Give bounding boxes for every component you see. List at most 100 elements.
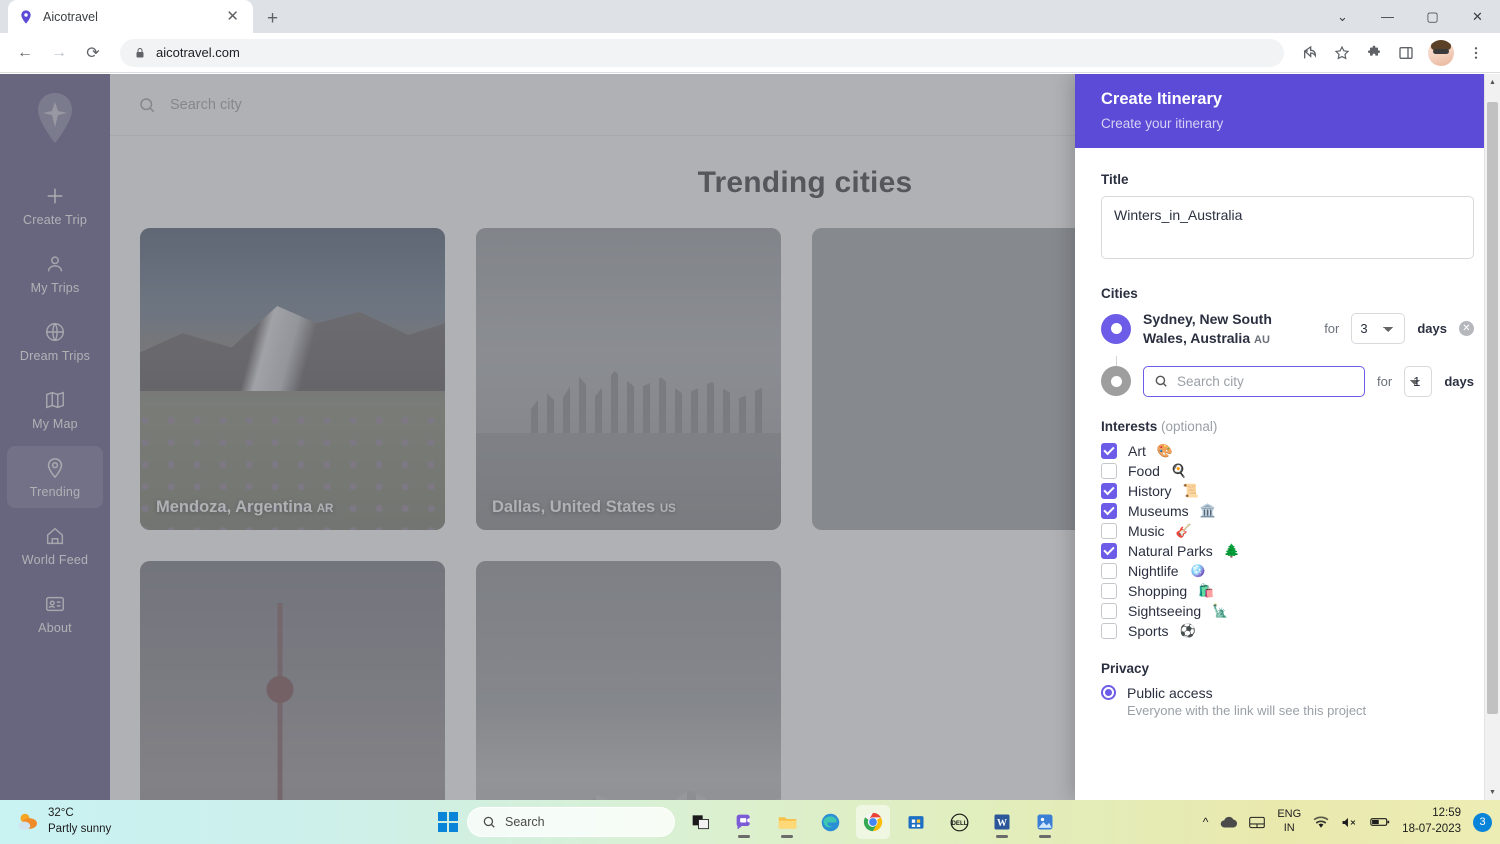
city-card[interactable] bbox=[812, 228, 1117, 530]
chrome-menu-icon[interactable] bbox=[1462, 39, 1490, 67]
city-search-input[interactable] bbox=[1177, 373, 1354, 389]
panel-scrollbar[interactable]: ▲ ▼ bbox=[1484, 74, 1500, 800]
volume-muted-icon[interactable] bbox=[1341, 816, 1358, 829]
weather-widget[interactable]: 32°C Partly sunny bbox=[8, 806, 119, 837]
interest-nightlife[interactable]: Nightlife 🪩 bbox=[1101, 562, 1474, 579]
days-select[interactable]: 1 bbox=[1404, 365, 1433, 397]
sidebar-item-world-feed[interactable]: World Feed bbox=[7, 514, 103, 576]
checkbox[interactable] bbox=[1101, 562, 1117, 579]
word-icon[interactable]: W bbox=[985, 805, 1019, 839]
tray-chevron-icon[interactable]: ^ bbox=[1203, 815, 1209, 829]
scroll-down-arrow-icon[interactable]: ▼ bbox=[1485, 784, 1500, 800]
chrome-icon[interactable] bbox=[856, 805, 890, 839]
checkbox[interactable] bbox=[1101, 582, 1117, 599]
extensions-puzzle-icon[interactable] bbox=[1360, 39, 1388, 67]
checkbox[interactable] bbox=[1101, 462, 1117, 479]
itinerary-title-input[interactable] bbox=[1101, 196, 1474, 259]
windows-start-icon[interactable] bbox=[438, 812, 458, 832]
checkbox[interactable] bbox=[1101, 482, 1117, 499]
city-card[interactable] bbox=[140, 561, 445, 800]
microsoft-store-icon[interactable] bbox=[899, 805, 933, 839]
interest-sports[interactable]: Sports ⚽ bbox=[1101, 622, 1474, 639]
disco-ball-icon: 🪩 bbox=[1189, 562, 1206, 578]
radio-button[interactable] bbox=[1101, 685, 1116, 701]
language-indicator[interactable]: ENG IN bbox=[1277, 808, 1301, 836]
scroll-up-arrow-icon[interactable]: ▲ bbox=[1485, 74, 1500, 90]
checkbox[interactable] bbox=[1101, 442, 1117, 459]
sidebar-item-my-trips[interactable]: My Trips bbox=[7, 242, 103, 304]
maximize-button[interactable]: ▢ bbox=[1410, 0, 1455, 33]
chat-icon[interactable] bbox=[727, 805, 761, 839]
interest-shopping[interactable]: Shopping 🛍️ bbox=[1101, 582, 1474, 599]
sidebar-item-trending[interactable]: Trending bbox=[7, 446, 103, 508]
sidebar-item-dream-trips[interactable]: Dream Trips bbox=[7, 310, 103, 372]
interest-music[interactable]: Music 🎸 bbox=[1101, 522, 1474, 539]
taskbar-search-box[interactable]: Search bbox=[467, 807, 675, 837]
dell-icon[interactable]: DELL bbox=[942, 805, 976, 839]
sidebar-item-my-map[interactable]: My Map bbox=[7, 378, 103, 440]
address-bar[interactable]: aicotravel.com bbox=[120, 38, 1284, 67]
person-icon bbox=[47, 256, 63, 272]
browser-tab[interactable]: Aicotravel ✕ bbox=[8, 0, 253, 33]
city-card[interactable]: Dallas, United States us bbox=[476, 228, 781, 530]
window-close-button[interactable]: ✕ bbox=[1455, 0, 1500, 33]
task-view-icon[interactable] bbox=[684, 805, 718, 839]
photos-icon[interactable] bbox=[1028, 805, 1062, 839]
city-search-field[interactable] bbox=[1143, 365, 1365, 397]
checkbox[interactable] bbox=[1101, 542, 1117, 559]
privacy-public-option[interactable]: Public access bbox=[1101, 685, 1474, 701]
days-select[interactable]: 3 bbox=[1351, 313, 1406, 345]
privacy-section: Privacy Public access Everyone with the … bbox=[1101, 661, 1474, 718]
edge-icon[interactable] bbox=[813, 805, 847, 839]
remove-city-icon[interactable]: ✕ bbox=[1459, 321, 1474, 337]
taskbar-tray: ^ ENG IN 12:59 18-07-2023 3 bbox=[1203, 806, 1492, 837]
interest-label: Museums bbox=[1128, 502, 1189, 519]
svg-text:DELL: DELL bbox=[951, 820, 967, 827]
interest-art[interactable]: Art 🎨 bbox=[1101, 442, 1474, 459]
onedrive-icon[interactable] bbox=[1220, 816, 1238, 829]
clock-widget[interactable]: 12:59 18-07-2023 bbox=[1402, 806, 1461, 837]
target-pin-icon bbox=[47, 458, 63, 479]
interest-museums[interactable]: Museums 🏛️ bbox=[1101, 502, 1474, 519]
privacy-option-help: Everyone with the link will see this pro… bbox=[1127, 702, 1367, 718]
page-viewport: Create Trip My Trips Dream Trips My Map … bbox=[0, 74, 1500, 800]
minimize-button[interactable]: — bbox=[1365, 0, 1410, 33]
tab-close-icon[interactable]: ✕ bbox=[222, 7, 243, 26]
city-card[interactable]: Mendoza, Argentina AR bbox=[140, 228, 445, 530]
for-label: for bbox=[1377, 373, 1393, 389]
reload-button[interactable]: ⟳ bbox=[78, 38, 108, 68]
battery-icon[interactable] bbox=[1370, 816, 1390, 828]
sidebar-item-about[interactable]: About bbox=[7, 582, 103, 644]
bookmark-star-icon[interactable] bbox=[1328, 39, 1356, 67]
file-explorer-icon[interactable] bbox=[770, 805, 804, 839]
windows-taskbar: 32°C Partly sunny Search DELL W ^ ENG IN… bbox=[0, 800, 1500, 844]
checkbox[interactable] bbox=[1101, 602, 1117, 619]
back-button[interactable]: ← bbox=[10, 38, 40, 68]
checkbox[interactable] bbox=[1101, 502, 1117, 519]
share-icon[interactable] bbox=[1296, 39, 1324, 67]
interest-label: Sightseeing bbox=[1128, 602, 1202, 619]
forward-button[interactable]: → bbox=[44, 38, 74, 68]
wifi-icon[interactable] bbox=[1313, 815, 1329, 829]
city-card[interactable] bbox=[476, 561, 781, 800]
profile-avatar[interactable] bbox=[1428, 39, 1454, 66]
interest-natural-parks[interactable]: Natural Parks 🌲 bbox=[1101, 542, 1474, 559]
sidebar-item-create-trip[interactable]: Create Trip bbox=[7, 174, 103, 236]
side-panel-icon[interactable] bbox=[1392, 39, 1420, 67]
interest-sightseeing[interactable]: Sightseeing 🗽 bbox=[1101, 602, 1474, 619]
new-tab-button[interactable]: + bbox=[267, 9, 278, 28]
interest-label: Music bbox=[1128, 522, 1165, 539]
interest-history[interactable]: History 📜 bbox=[1101, 482, 1474, 499]
partly-sunny-icon bbox=[18, 813, 37, 830]
checkbox[interactable] bbox=[1101, 522, 1117, 539]
city-card-image bbox=[476, 561, 781, 800]
checkbox[interactable] bbox=[1101, 622, 1117, 639]
tab-search-chevron-icon[interactable]: ⌄ bbox=[1320, 0, 1365, 33]
interest-food[interactable]: Food 🍳 bbox=[1101, 462, 1474, 479]
notification-badge[interactable]: 3 bbox=[1473, 812, 1492, 832]
touchpad-icon[interactable] bbox=[1249, 816, 1266, 829]
scrollbar-thumb[interactable] bbox=[1487, 102, 1498, 714]
sidebar-item-label: Dream Trips bbox=[19, 349, 91, 363]
scroll-icon: 📜 bbox=[1182, 482, 1199, 498]
tab-title: Aicotravel bbox=[43, 9, 98, 24]
